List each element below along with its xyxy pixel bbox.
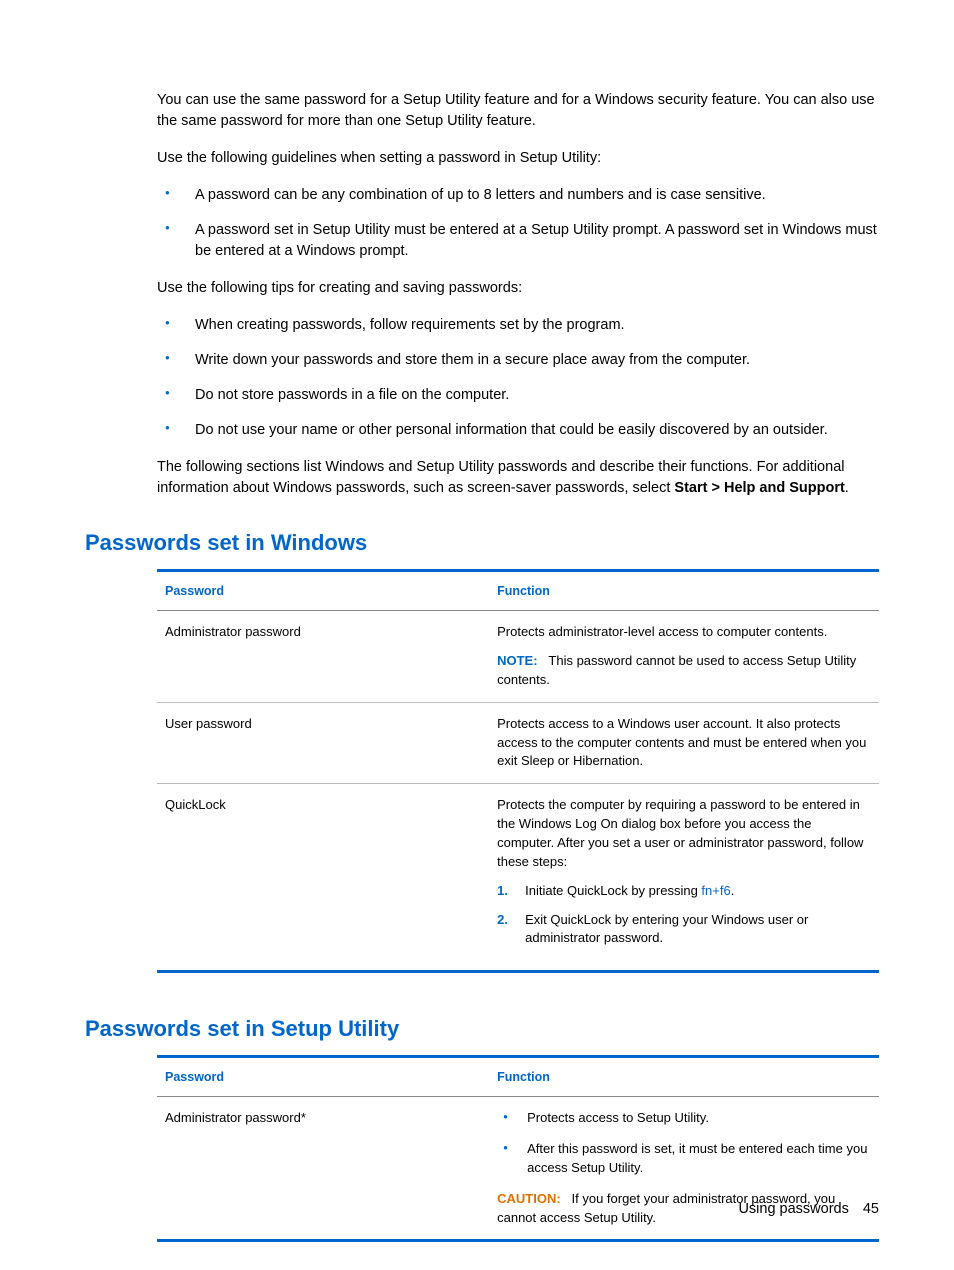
menu-path: Start > Help and Support <box>674 480 844 496</box>
tip-item: Write down your passwords and store them… <box>157 350 879 371</box>
password-function: Protects administrator-level access to c… <box>489 611 879 703</box>
guidelines-list: A password can be any combination of up … <box>157 185 879 262</box>
section-heading-setup-utility: Passwords set in Setup Utility <box>85 1013 879 1045</box>
guideline-item: A password can be any combination of up … <box>157 185 879 206</box>
footer-label: Using passwords <box>738 1201 848 1217</box>
table-row: Administrator password Protects administ… <box>157 611 879 703</box>
password-function: Protects the computer by requiring a pas… <box>489 784 879 972</box>
function-text: Protects administrator-level access to c… <box>497 623 871 642</box>
column-header-function: Function <box>489 571 879 611</box>
step-item: 1.Initiate QuickLock by pressing fn+f6. <box>497 882 871 901</box>
column-header-function: Function <box>489 1057 879 1097</box>
tip-item: When creating passwords, follow requirem… <box>157 315 879 336</box>
column-header-password: Password <box>157 571 489 611</box>
tips-list: When creating passwords, follow requirem… <box>157 315 879 441</box>
tip-item: Do not store passwords in a file on the … <box>157 385 879 406</box>
guideline-item: A password set in Setup Utility must be … <box>157 220 879 262</box>
intro-paragraph-4: The following sections list Windows and … <box>157 457 879 499</box>
password-name: User password <box>157 702 489 784</box>
bullet-item: Protects access to Setup Utility. <box>497 1109 871 1128</box>
bullet-item: After this password is set, it must be e… <box>497 1140 871 1178</box>
tip-item: Do not use your name or other personal i… <box>157 420 879 441</box>
function-bullets: Protects access to Setup Utility. After … <box>497 1109 871 1178</box>
note-label: NOTE: <box>497 653 537 668</box>
password-name: Administrator password <box>157 611 489 703</box>
column-header-password: Password <box>157 1057 489 1097</box>
password-name: Administrator password* <box>157 1097 489 1241</box>
intro-paragraph-3: Use the following tips for creating and … <box>157 278 879 299</box>
windows-passwords-table: Password Function Administrator password… <box>157 569 879 973</box>
intro-paragraph-2: Use the following guidelines when settin… <box>157 148 879 169</box>
table-row: QuickLock Protects the computer by requi… <box>157 784 879 972</box>
step-text: . <box>731 883 735 898</box>
function-text: Protects the computer by requiring a pas… <box>497 796 871 871</box>
quicklock-steps: 1.Initiate QuickLock by pressing fn+f6. … <box>497 882 871 949</box>
step-text: Exit QuickLock by entering your Windows … <box>525 912 808 946</box>
key-combo: fn+f6 <box>701 883 730 898</box>
table-row: User password Protects access to a Windo… <box>157 702 879 784</box>
page-number: 45 <box>863 1201 879 1217</box>
caution-label: CAUTION: <box>497 1191 561 1206</box>
text: . <box>845 480 849 496</box>
step-item: 2.Exit QuickLock by entering your Window… <box>497 911 871 949</box>
password-function: Protects access to a Windows user accoun… <box>489 702 879 784</box>
intro-paragraph-1: You can use the same password for a Setu… <box>157 90 879 132</box>
section-heading-windows: Passwords set in Windows <box>85 527 879 559</box>
note-text: This password cannot be used to access S… <box>497 653 856 687</box>
password-name: QuickLock <box>157 784 489 972</box>
step-text: Initiate QuickLock by pressing <box>525 883 701 898</box>
page-footer: Using passwords 45 <box>738 1199 879 1220</box>
